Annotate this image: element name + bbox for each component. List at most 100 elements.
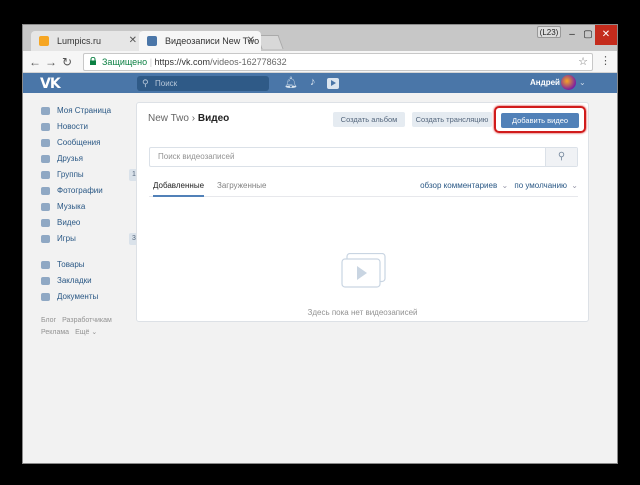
sidebar-item-label: Моя Страница	[57, 106, 112, 115]
sidebar-item-video[interactable]: Видео	[39, 215, 139, 231]
avatar[interactable]	[561, 75, 576, 90]
forward-arrow-icon[interactable]: →	[45, 55, 57, 69]
news-icon	[41, 123, 50, 131]
lumpics-favicon-icon	[39, 36, 49, 46]
tab-title: Lumpics.ru	[57, 36, 102, 46]
sidebar-item-goods[interactable]: Товары	[39, 257, 139, 273]
video-tabs: Добавленные Загруженные обзор комментари…	[149, 177, 578, 197]
vk-search-input[interactable]: ⚲ Поиск	[137, 76, 269, 91]
secure-label: Защищено	[102, 57, 148, 67]
empty-videos-icon	[341, 253, 386, 288]
sidebar-item-label: Фотографии	[57, 186, 103, 195]
vk-logo-icon[interactable]: VK	[40, 76, 61, 92]
sidebar-item-news[interactable]: Новости	[39, 119, 139, 135]
search-icon[interactable]: ⚲	[545, 148, 577, 166]
sidebar-item-music[interactable]: Музыка	[39, 199, 139, 215]
home-icon	[41, 107, 50, 115]
sidebar-item-friends[interactable]: Друзья	[39, 151, 139, 167]
sidebar-item-photos[interactable]: Фотографии	[39, 183, 139, 199]
vk-header: VK ⚲ Поиск 🔔︎ ♪ Андрей ⌄	[23, 73, 617, 93]
gamepad-icon	[41, 235, 50, 243]
url-path: /videos-162778632	[210, 57, 287, 67]
sidebar-item-label: Документы	[57, 292, 99, 301]
sidebar-item-label: Сообщения	[57, 138, 101, 147]
document-icon	[41, 293, 50, 301]
footer-link-more[interactable]: Ещё ⌄	[75, 329, 97, 336]
shopping-bag-icon	[41, 261, 50, 269]
tab-uploaded[interactable]: Загруженные	[217, 181, 266, 190]
browser-tab-vk-videos[interactable]: Видеозаписи New Two ✕	[139, 31, 261, 51]
sidebar-footer: Блог Разработчикам Реклама Ещё ⌄	[39, 315, 139, 339]
footer-link-ads[interactable]: Реклама	[41, 329, 69, 336]
friends-icon	[41, 155, 50, 163]
groups-icon	[41, 171, 50, 179]
sidebar-item-label: Закладки	[57, 276, 92, 285]
sidebar-item-games[interactable]: Игры 3	[39, 231, 139, 247]
music-note-icon[interactable]: ♪	[310, 76, 316, 88]
sidebar-item-my-page[interactable]: Моя Страница	[39, 103, 139, 119]
browser-toolbar: ← → ↻ Защищено | https://vk.com/videos-1…	[23, 51, 617, 73]
search-icon: ⚲	[142, 78, 149, 88]
breadcrumb-separator: ›	[191, 113, 196, 124]
add-video-button[interactable]: Добавить видео	[501, 113, 579, 128]
breadcrumb-group-link[interactable]: New Two	[148, 113, 189, 124]
tab-title: Видеозаписи New Two	[165, 36, 260, 46]
dropdown-chevron-icon: ⌄	[571, 181, 578, 190]
star-icon	[41, 277, 50, 285]
sidebar-item-label: Товары	[57, 260, 85, 269]
film-icon	[41, 219, 50, 227]
close-window-icon[interactable]: ✕	[595, 25, 617, 45]
camera-icon	[41, 187, 50, 195]
sort-select[interactable]: по умолчанию	[514, 181, 567, 190]
back-arrow-icon[interactable]: ←	[29, 55, 41, 69]
bookmark-star-icon[interactable]: ☆	[578, 54, 588, 70]
comments-overview-link[interactable]: обзор комментариев	[420, 181, 497, 190]
lock-icon	[90, 57, 96, 65]
footer-link-blog[interactable]: Блог	[41, 317, 56, 324]
breadcrumb: New Two › Видео	[148, 113, 229, 124]
chevron-down-icon[interactable]: ⌄	[579, 78, 586, 87]
sidebar-item-documents[interactable]: Документы	[39, 289, 139, 305]
user-profile-badge[interactable]: (L23)	[537, 26, 561, 38]
video-search-input[interactable]: Поиск видеозаписей ⚲	[149, 147, 578, 167]
sidebar-item-messages[interactable]: Сообщения	[39, 135, 139, 151]
sidebar-item-label: Музыка	[57, 202, 86, 211]
sidebar-item-label: Игры	[57, 234, 76, 243]
sidebar-item-groups[interactable]: Группы 1	[39, 167, 139, 183]
footer-link-developers[interactable]: Разработчикам	[62, 317, 112, 324]
highlight-frame: Добавить видео	[494, 106, 586, 133]
tab-close-icon[interactable]: ✕	[129, 35, 137, 46]
sidebar-item-label: Друзья	[57, 154, 83, 163]
reload-icon[interactable]: ↻	[62, 55, 72, 69]
messages-icon	[41, 139, 50, 147]
search-placeholder: Поиск	[155, 79, 178, 88]
sidebar-item-bookmarks[interactable]: Закладки	[39, 273, 139, 289]
create-album-button[interactable]: Создать альбом	[333, 112, 405, 127]
browser-menu-icon[interactable]: ⋮	[600, 54, 611, 67]
tab-strip: Lumpics.ru ✕ Видеозаписи New Two ✕ (L23)…	[23, 25, 617, 51]
maximize-icon[interactable]: ▢	[581, 25, 595, 45]
video-page-panel: New Two › Видео Создать альбом Создать т…	[136, 102, 589, 322]
left-sidebar: Моя Страница Новости Сообщения Друзья Гр…	[39, 103, 139, 339]
video-search-placeholder: Поиск видеозаписей	[158, 152, 235, 161]
sort-controls: обзор комментариев ⌄ по умолчанию ⌄	[420, 181, 578, 190]
dropdown-chevron-icon: ⌄	[501, 181, 509, 190]
tab-close-icon[interactable]: ✕	[247, 35, 255, 46]
username[interactable]: Андрей	[530, 78, 560, 87]
page-title: Видео	[197, 113, 230, 124]
music-icon	[41, 203, 50, 211]
url-host: https://vk.com	[154, 57, 211, 67]
browser-tab-lumpics[interactable]: Lumpics.ru ✕	[31, 31, 143, 51]
empty-state-text: Здесь пока нет видеозаписей	[307, 308, 418, 317]
tab-added[interactable]: Добавленные	[153, 181, 205, 197]
sidebar-item-label: Группы	[57, 170, 84, 179]
sidebar-item-label: Видео	[57, 218, 81, 227]
vk-favicon-icon	[147, 36, 157, 46]
address-bar[interactable]: Защищено | https://vk.com/videos-1627786…	[83, 53, 593, 71]
video-play-icon[interactable]	[327, 78, 339, 89]
notifications-bell-icon[interactable]: 🔔︎	[284, 76, 298, 89]
browser-window: Lumpics.ru ✕ Видеозаписи New Two ✕ (L23)…	[22, 24, 618, 464]
create-stream-button[interactable]: Создать трансляцию	[412, 112, 492, 127]
sidebar-item-label: Новости	[57, 122, 88, 131]
minimize-icon[interactable]: –	[565, 25, 579, 45]
